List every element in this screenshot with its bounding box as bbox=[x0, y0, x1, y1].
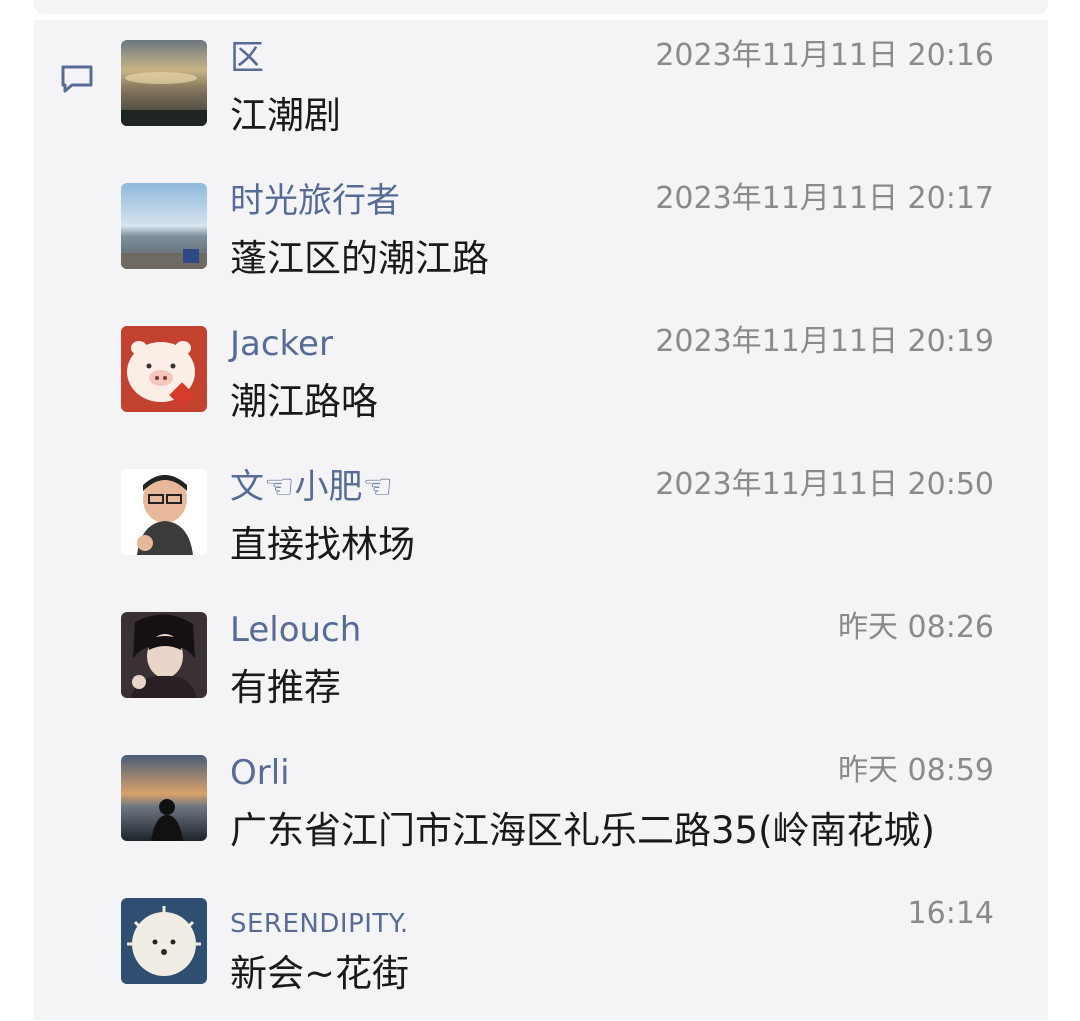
previous-section-edge bbox=[34, 0, 1048, 14]
commenter-name[interactable]: Jacker bbox=[230, 322, 333, 366]
avatar[interactable] bbox=[121, 183, 207, 269]
comment-item[interactable]: Orli 昨天 08:59 广东省江门市江海区礼乐二路35(岭南花城) bbox=[34, 735, 1048, 878]
comment-text: 直接找林场 bbox=[230, 523, 415, 566]
avatar[interactable] bbox=[121, 755, 207, 841]
commenter-name[interactable]: SERENDIPITY. bbox=[230, 902, 409, 946]
commenter-name[interactable]: Lelouch bbox=[230, 608, 361, 652]
comment-item[interactable]: SERENDIPITY. 16:14 新会~花街 bbox=[34, 878, 1048, 1021]
comment-text: 潮江路咯 bbox=[230, 380, 378, 423]
comment-time: 2023年11月11日 20:17 bbox=[655, 181, 994, 216]
comment-item[interactable]: 时光旅行者 2023年11月11日 20:17 蓬江区的潮江路 bbox=[34, 163, 1048, 306]
comment-time: 2023年11月11日 20:50 bbox=[655, 467, 994, 502]
avatar[interactable] bbox=[121, 326, 207, 412]
comment-item[interactable]: Jacker 2023年11月11日 20:19 潮江路咯 bbox=[34, 306, 1048, 449]
comment-time: 2023年11月11日 20:19 bbox=[655, 324, 994, 359]
avatar[interactable] bbox=[121, 898, 207, 984]
commenter-name[interactable]: 时光旅行者 bbox=[230, 179, 400, 223]
comment-item[interactable]: Lelouch 昨天 08:26 有推荐 bbox=[34, 592, 1048, 735]
comment-text: 广东省江门市江海区礼乐二路35(岭南花城) bbox=[230, 809, 935, 852]
avatar[interactable] bbox=[121, 469, 207, 555]
commenter-name[interactable]: Orli bbox=[230, 751, 290, 795]
comment-time: 16:14 bbox=[907, 896, 994, 931]
comment-item[interactable]: 文☜小肥☜ 2023年11月11日 20:50 直接找林场 bbox=[34, 449, 1048, 592]
comment-item[interactable]: 区 2023年11月11日 20:16 江潮剧 bbox=[34, 20, 1048, 163]
commenter-name[interactable]: 文☜小肥☜ bbox=[230, 465, 393, 509]
comment-time: 昨天 08:26 bbox=[838, 610, 994, 645]
comment-text: 蓬江区的潮江路 bbox=[230, 237, 489, 280]
avatar[interactable] bbox=[121, 612, 207, 698]
comments-panel: 区 2023年11月11日 20:16 江潮剧 时光旅行者 2023年11月11… bbox=[34, 20, 1048, 1020]
commenter-name[interactable]: 区 bbox=[230, 36, 264, 80]
comment-time: 2023年11月11日 20:16 bbox=[655, 38, 994, 73]
comment-text: 有推荐 bbox=[230, 666, 341, 709]
comment-time: 昨天 08:59 bbox=[838, 753, 994, 788]
avatar[interactable] bbox=[121, 40, 207, 126]
comment-text: 江潮剧 bbox=[230, 94, 341, 137]
comment-text: 新会~花街 bbox=[230, 952, 410, 995]
